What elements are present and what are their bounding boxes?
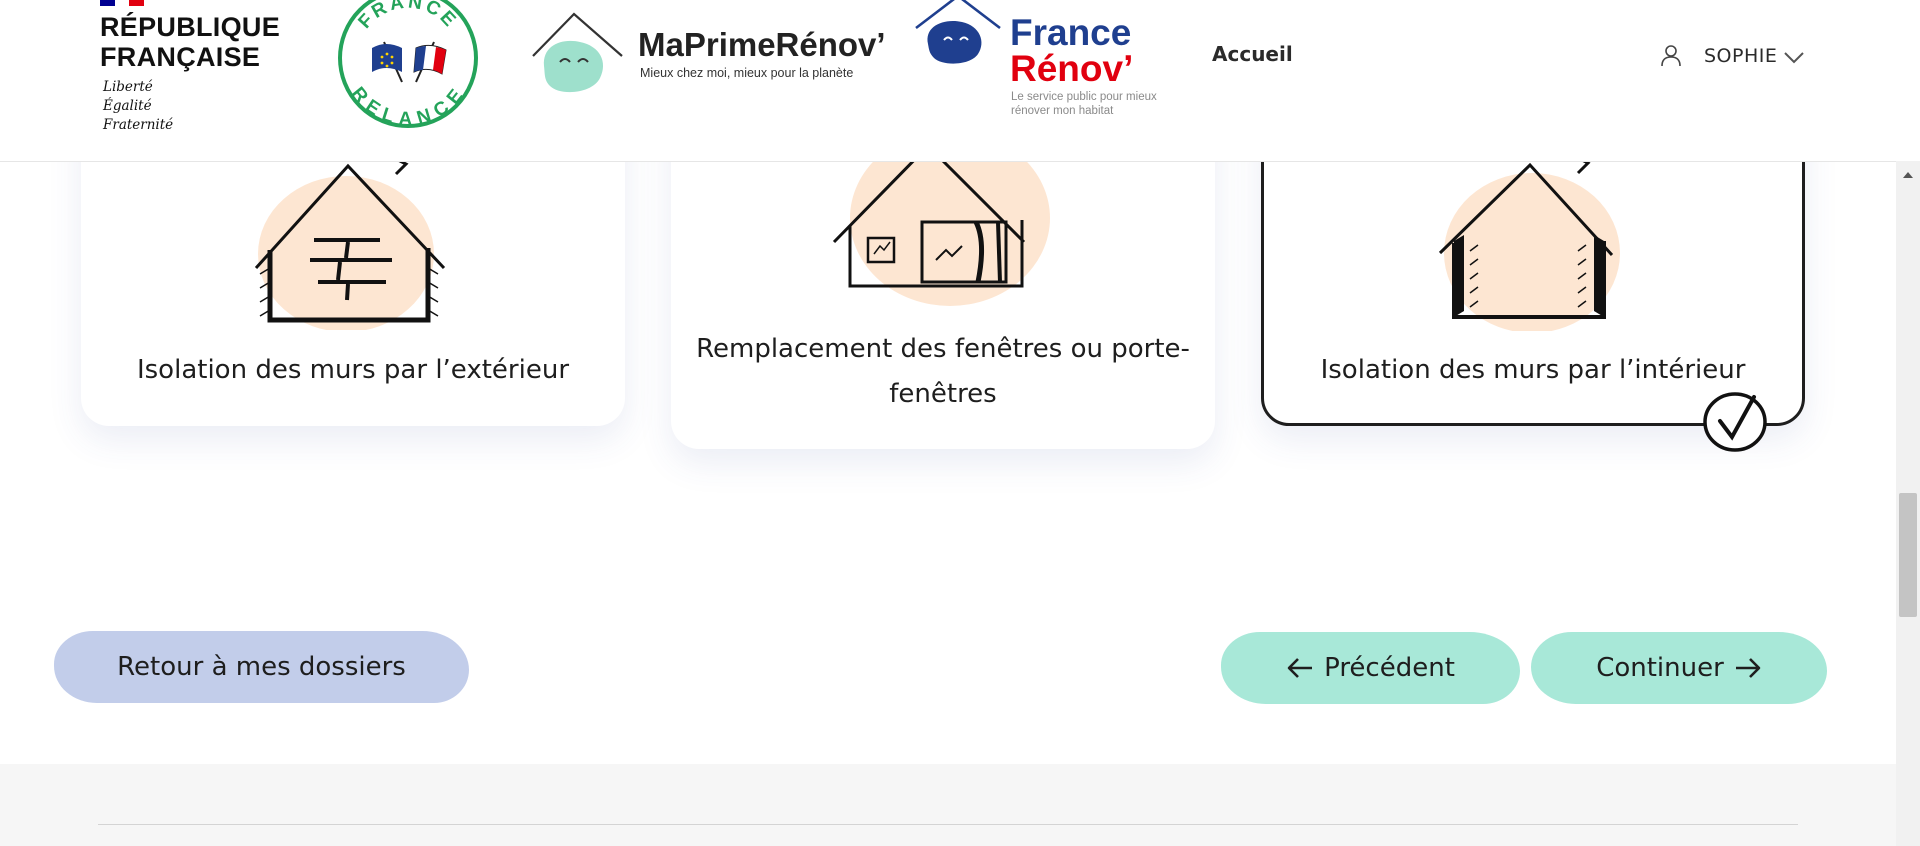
arrow-right-icon	[1735, 658, 1761, 678]
back-to-dossiers-button[interactable]: Retour à mes dossiers	[54, 631, 469, 703]
site-header: RÉPUBLIQUE FRANÇAISE Liberté Égalité Fra…	[0, 0, 1896, 162]
continue-label: Continuer	[1596, 653, 1724, 683]
back-to-dossiers-label: Retour à mes dossiers	[117, 652, 406, 682]
scrollbar-thumb[interactable]	[1899, 493, 1917, 617]
france-renov-logo[interactable]: France Rénov’ Le service public pour mie…	[914, 0, 1184, 125]
nav-accueil-link[interactable]: Accueil	[1212, 42, 1293, 66]
france-renov-line1: France	[1010, 12, 1132, 53]
user-name: SOPHIE	[1704, 45, 1778, 67]
user-icon	[1661, 45, 1681, 67]
svg-text:FRANCE: FRANCE	[354, 0, 461, 33]
france-relance-logo[interactable]: FRANCE RELANCE	[336, 0, 480, 130]
scroll-up-arrow-icon[interactable]	[1901, 170, 1915, 180]
france-renov-house-icon	[915, 0, 1001, 64]
svg-text:RELANCE: RELANCE	[347, 83, 469, 130]
maprimerenov-tagline: Mieux chez moi, mieux pour la planète	[640, 66, 854, 80]
checkmark-icon	[1703, 392, 1767, 452]
france-renov-line2: Rénov’	[1010, 48, 1134, 89]
work-card-label: Remplacement des fenêtres ou porte-fenêt…	[696, 334, 1190, 409]
user-menu[interactable]: SOPHIE	[1660, 42, 1805, 70]
arrow-left-icon	[1287, 658, 1313, 678]
flags-icon	[372, 41, 447, 83]
chevron-down-icon	[1784, 52, 1805, 64]
france-renov-subtitle: Le service public pour mieux rénover mon…	[1011, 91, 1157, 117]
republique-francaise-motto: Liberté Égalité Fraternité	[103, 79, 174, 133]
maprimerenov-title: MaPrimeRénov’	[638, 26, 886, 63]
tricolor-flag-bar	[100, 0, 145, 6]
footer	[0, 764, 1896, 846]
france-relance-bottom-text: RELANCE	[347, 83, 466, 130]
previous-button[interactable]: Précédent	[1221, 632, 1520, 704]
footer-divider	[98, 824, 1798, 825]
maprimerenov-logo[interactable]: MaPrimeRénov’ Mieux chez moi, mieux pour…	[530, 10, 900, 100]
house-interior-insulation-illustration	[1438, 153, 1620, 331]
work-card-label: Isolation des murs par l’extérieur	[136, 355, 570, 385]
republique-francaise-name: RÉPUBLIQUE FRANÇAISE	[100, 12, 281, 72]
republique-francaise-logo[interactable]: RÉPUBLIQUE FRANÇAISE Liberté Égalité Fra…	[100, 0, 300, 140]
continue-button[interactable]: Continuer	[1531, 632, 1827, 704]
house-exterior-insulation-illustration	[254, 154, 446, 330]
previous-label: Précédent	[1324, 653, 1455, 683]
france-relance-top-text: FRANCE	[354, 0, 458, 33]
maprimerenov-house-icon	[532, 12, 623, 93]
